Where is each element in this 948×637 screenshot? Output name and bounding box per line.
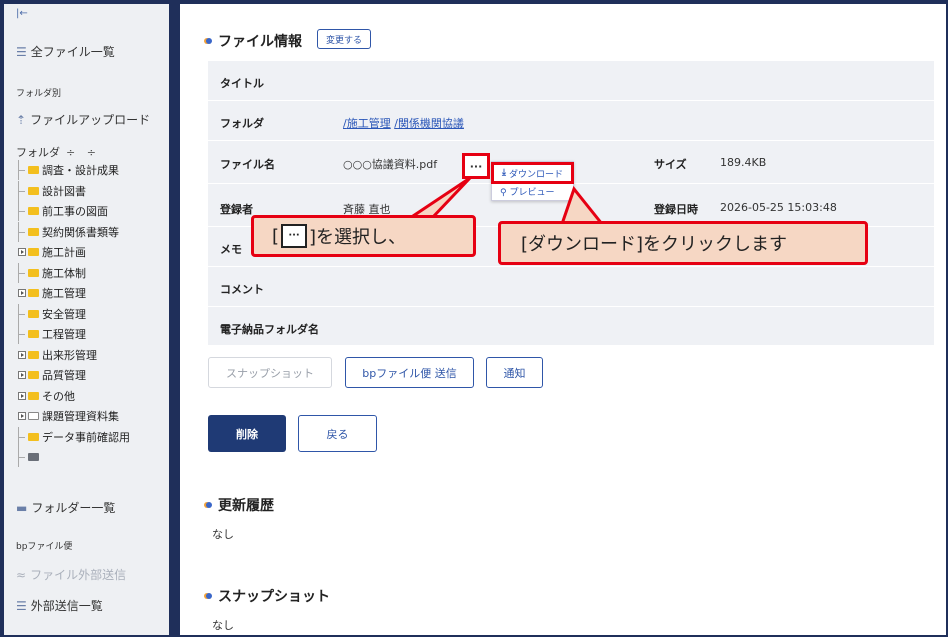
callout-select-dots: [ ··· ]を選択し、: [251, 215, 476, 257]
app-window: |← ☰ 全ファイル一覧 フォルダ別 ⇡ ファイルアップロード フォルダ ÷ ÷ 調査…: [0, 0, 948, 637]
callout-left-suffix: ]を選択し、: [309, 227, 407, 248]
callout-left-prefix: [: [272, 225, 280, 247]
dots-key-icon: ···: [281, 224, 308, 248]
callout-click-download: [ダウンロード]をクリックします: [498, 221, 868, 265]
callout-pointer-left: [405, 176, 472, 220]
callout-pointer-right: [559, 185, 606, 226]
callout-pointers: [405, 176, 606, 226]
callout-right-text: [ダウンロード]をクリックします: [521, 234, 788, 255]
